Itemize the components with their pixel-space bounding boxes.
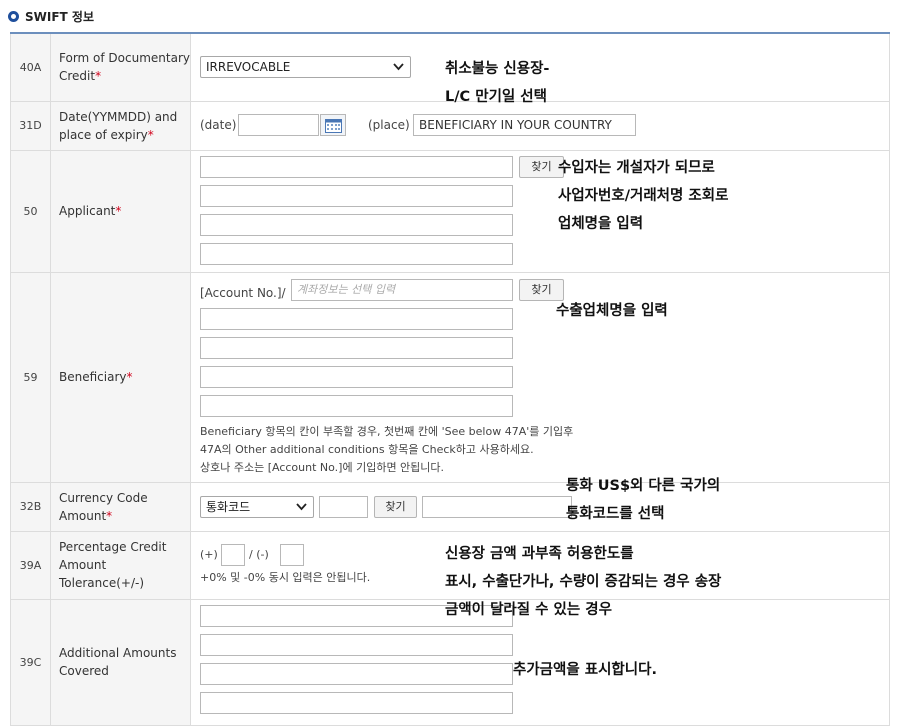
annotation-line: 업체명을 입력 (558, 216, 644, 232)
currency-search-button[interactable]: 찾기 (374, 495, 417, 518)
beneficiary-note-3: 상호나 주소는 [Account No.]에 기입하면 안됩니다. (200, 460, 445, 474)
date-label: (date) (200, 117, 237, 132)
annotation-line: 통화코드를 선택 (566, 506, 665, 522)
calendar-icon (325, 118, 342, 133)
annotation-line: 사업자번호/거래처명 조회로 (558, 188, 729, 204)
section-title: SWIFT 정보 (25, 9, 94, 24)
label-text: Applicant (59, 204, 116, 218)
required-mark: * (126, 370, 133, 384)
label-text: Beneficiary (59, 370, 127, 384)
field-label: Applicant* (50, 149, 191, 273)
circle-bullet-icon (8, 10, 19, 22)
field-value-cell: [Account No.]/ 계좌정보는 선택 입력 찾기 Beneficiar… (190, 271, 890, 483)
field-label: Date(YYMMDD) and place of expiry* (50, 100, 191, 151)
applicant-line-3-input[interactable] (200, 213, 513, 236)
account-label: [Account No.]/ (200, 285, 286, 300)
field-tag: 59 (10, 271, 51, 483)
calendar-button[interactable] (320, 113, 346, 136)
select-value: IRREVOCABLE (206, 60, 291, 74)
annotation-line: 수출업체명을 입력 (556, 303, 668, 319)
additional-amount-line-3-input[interactable] (200, 662, 513, 685)
required-mark: * (95, 69, 102, 84)
amount-input[interactable] (422, 495, 572, 518)
required-mark: * (147, 127, 154, 142)
additional-amount-line-2-input[interactable] (200, 633, 513, 656)
field-label: Additional Amounts Covered (50, 598, 191, 726)
annotation-40a: 취소불능 신용장- L/C 만기일 선택 (445, 55, 549, 111)
additional-amount-line-4-input[interactable] (200, 691, 513, 714)
currency-code-input[interactable] (319, 495, 368, 518)
field-tag: 50 (10, 149, 51, 273)
annotation-line: L/C 만기일 선택 (445, 89, 547, 105)
field-value-cell: 통화코드 찾기 (190, 481, 890, 532)
minus-tolerance-input[interactable] (280, 543, 304, 566)
label-text: Currency Code Amount (59, 490, 148, 523)
account-number-input[interactable]: 계좌정보는 선택 입력 (291, 278, 513, 301)
minus-label: / (-) (249, 547, 269, 561)
beneficiary-line-1-input[interactable] (200, 307, 513, 330)
field-label: Form of Documentary Credit* (50, 32, 191, 102)
label-text: Date(YYMMDD) and place of expiry (59, 109, 178, 142)
applicant-line-1-input[interactable] (200, 155, 513, 178)
chevron-down-icon (296, 502, 307, 510)
row-50: 50 Applicant* 찾기 (10, 149, 890, 273)
chevron-down-icon (393, 63, 404, 71)
expiry-place-input[interactable]: BENEFICIARY IN YOUR COUNTRY (413, 113, 636, 136)
currency-code-select[interactable]: 통화코드 (200, 495, 314, 518)
annotation-line: 신용장 금액 과부족 허용한도를 (445, 546, 634, 562)
field-tag: 39A (10, 530, 51, 600)
field-tag: 40A (10, 32, 51, 102)
beneficiary-note-2: 47A의 Other additional conditions 항목을 Che… (200, 442, 534, 456)
place-label: (place) (368, 117, 410, 132)
field-label: Beneficiary* (50, 271, 191, 483)
field-tag: 31D (10, 100, 51, 151)
beneficiary-line-4-input[interactable] (200, 394, 513, 417)
required-mark: * (115, 204, 122, 218)
field-tag: 32B (10, 481, 51, 532)
section-header: SWIFT 정보 (8, 8, 94, 24)
row-32b: 32B Currency Code Amount* 통화코드 찾기 (10, 481, 890, 532)
plus-label: (+) (200, 547, 218, 561)
field-value-cell: 찾기 (190, 149, 890, 273)
label-text: Form of Documentary Credit (59, 51, 190, 84)
plus-tolerance-input[interactable] (221, 543, 245, 566)
applicant-line-2-input[interactable] (200, 184, 513, 207)
annotation-line: 금액이 달라질 수 있는 경우 (445, 602, 612, 618)
beneficiary-line-3-input[interactable] (200, 365, 513, 388)
annotation-line: 수입자는 개설자가 되므로 (558, 160, 715, 176)
beneficiary-line-2-input[interactable] (200, 336, 513, 359)
tolerance-note: +0% 및 -0% 동시 입력은 안됩니다. (200, 570, 371, 584)
field-label: Percentage Credit Amount Tolerance(+/-) (50, 530, 191, 600)
annotation-39c: 추가금액을 표시합니다. (513, 656, 657, 684)
annotation-50: 수입자는 개설자가 되므로 사업자번호/거래처명 조회로 업체명을 입력 (558, 154, 728, 238)
credit-form-select[interactable]: IRREVOCABLE (200, 56, 411, 78)
annotation-59: 수출업체명을 입력 (556, 297, 668, 325)
field-tag: 39C (10, 598, 51, 726)
expiry-date-input[interactable] (238, 113, 319, 136)
required-mark: * (106, 508, 113, 523)
applicant-line-4-input[interactable] (200, 242, 513, 265)
annotation-line: 통화 US$외 다른 국가의 (566, 478, 721, 494)
select-value: 통화코드 (206, 499, 251, 514)
annotation-39a: 신용장 금액 과부족 허용한도를 표시, 수출단가나, 수량이 증감되는 경우 … (445, 540, 721, 624)
annotation-line: 표시, 수출단가나, 수량이 증감되는 경우 송장 (445, 574, 722, 590)
annotation-line: 추가금액을 표시합니다. (513, 662, 657, 678)
annotation-line: 취소불능 신용장- (445, 61, 550, 77)
beneficiary-note-1: Beneficiary 항목의 칸이 부족할 경우, 첫번째 칸에 'See b… (200, 424, 574, 438)
field-label: Currency Code Amount* (50, 481, 191, 532)
row-59: 59 Beneficiary* [Account No.]/ 계좌정보는 선택 … (10, 271, 890, 483)
annotation-32b: 통화 US$외 다른 국가의 통화코드를 선택 (566, 472, 720, 528)
